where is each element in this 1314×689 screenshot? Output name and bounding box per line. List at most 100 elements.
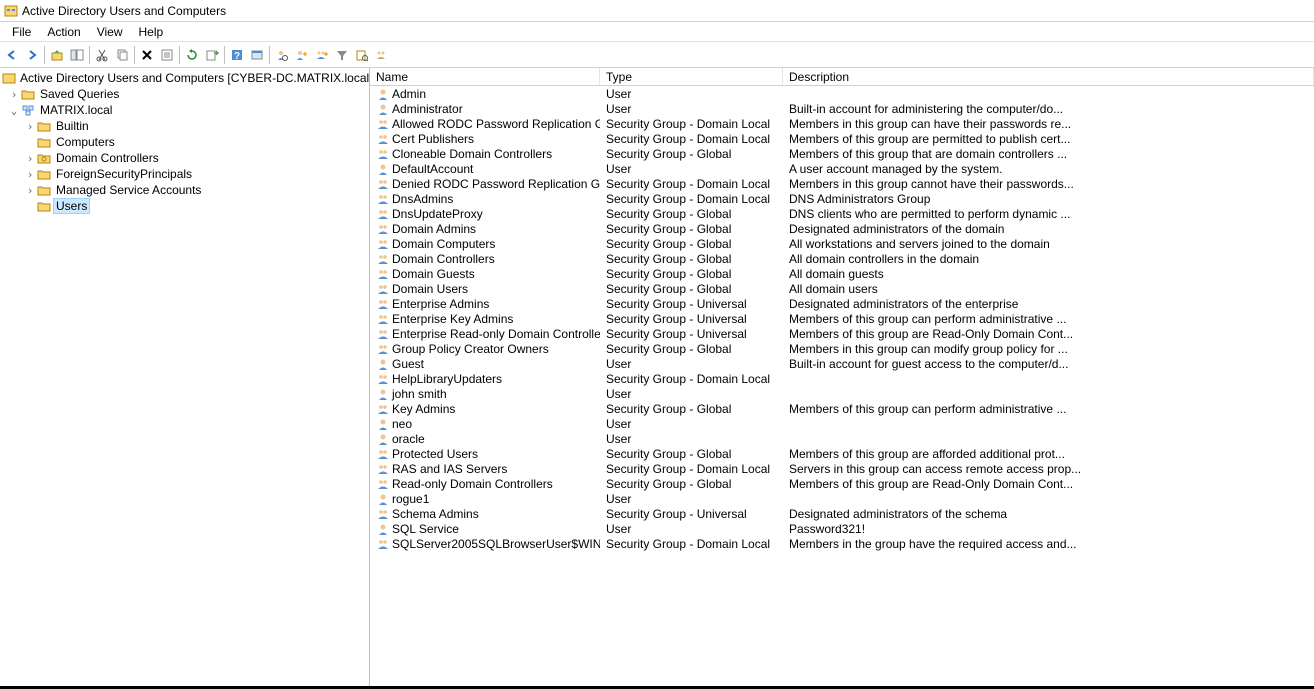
delete-button[interactable] <box>137 44 157 66</box>
row-name-label: neo <box>392 417 412 431</box>
col-type[interactable]: Type <box>600 68 783 85</box>
cut-button[interactable] <box>92 44 112 66</box>
list-row[interactable]: oracleUser <box>370 431 1314 446</box>
add-user-button[interactable] <box>292 44 312 66</box>
list-row[interactable]: Admin User <box>370 86 1314 101</box>
add-group-button[interactable] <box>312 44 332 66</box>
main-split: Active Directory Users and Computers [CY… <box>0 68 1314 686</box>
list-row[interactable]: john smithUser <box>370 386 1314 401</box>
cell-type: Security Group - Global <box>600 342 783 356</box>
tree-saved-queries[interactable]: › Saved Queries <box>0 86 369 102</box>
menu-help[interactable]: Help <box>131 23 172 41</box>
list-row[interactable]: Key AdminsSecurity Group - GlobalMembers… <box>370 401 1314 416</box>
copy-button[interactable] <box>112 44 132 66</box>
list-panel[interactable]: Name Type Description AdminUserAdministr… <box>370 68 1314 686</box>
cell-type: Security Group - Universal <box>600 297 783 311</box>
list-row[interactable]: Allowed RODC Password Replication GroupS… <box>370 116 1314 131</box>
menu-bar: File Action View Help <box>0 22 1314 42</box>
help-button[interactable]: ? <box>227 44 247 66</box>
list-row[interactable]: Domain GuestsSecurity Group - GlobalAll … <box>370 266 1314 281</box>
list-row[interactable]: Group Policy Creator OwnersSecurity Grou… <box>370 341 1314 356</box>
list-row[interactable]: DnsUpdateProxySecurity Group - GlobalDNS… <box>370 206 1314 221</box>
list-row[interactable]: Enterprise Key AdminsSecurity Group - Un… <box>370 311 1314 326</box>
expander-icon[interactable]: › <box>24 152 36 165</box>
cell-type: User <box>600 87 783 101</box>
user-icon <box>376 417 390 431</box>
list-row[interactable]: SQLServer2005SQLBrowserUser$WIN-01S0KHJ4… <box>370 536 1314 551</box>
expander-icon[interactable]: › <box>24 184 36 197</box>
list-row[interactable]: Domain ControllersSecurity Group - Globa… <box>370 251 1314 266</box>
list-row[interactable]: neoUser <box>370 416 1314 431</box>
row-name-label: Admin <box>392 87 426 101</box>
cell-name: Guest <box>370 357 600 371</box>
back-button[interactable] <box>2 44 22 66</box>
tree-users[interactable]: Users <box>0 198 369 214</box>
forward-button[interactable] <box>22 44 42 66</box>
tree-msa[interactable]: › Managed Service Accounts <box>0 182 369 198</box>
tree-dc-label: Domain Controllers <box>54 151 161 165</box>
show-hide-tree-button[interactable] <box>67 44 87 66</box>
cell-name: Enterprise Key Admins <box>370 312 600 326</box>
toolbar-separator <box>44 46 45 64</box>
list-row[interactable]: GuestUserBuilt-in account for guest acce… <box>370 356 1314 371</box>
properties-button[interactable] <box>157 44 177 66</box>
folder-icon <box>20 87 36 101</box>
row-name-label: RAS and IAS Servers <box>392 462 507 476</box>
list-row[interactable]: RAS and IAS ServersSecurity Group - Doma… <box>370 461 1314 476</box>
row-name-label: Administrator <box>392 102 463 116</box>
list-row[interactable]: DefaultAccountUserA user account managed… <box>370 161 1314 176</box>
list-row[interactable]: AdministratorUserBuilt-in account for ad… <box>370 101 1314 116</box>
cell-type: Security Group - Domain Local <box>600 117 783 131</box>
list-row[interactable]: Domain AdminsSecurity Group - GlobalDesi… <box>370 221 1314 236</box>
export-button[interactable] <box>202 44 222 66</box>
cell-desc: Designated administrators of the schema <box>783 507 1314 521</box>
col-desc[interactable]: Description <box>783 68 1314 85</box>
list-row[interactable]: Domain UsersSecurity Group - GlobalAll d… <box>370 281 1314 296</box>
expander-icon[interactable]: ⌄ <box>8 104 20 117</box>
expander-icon[interactable]: › <box>24 120 36 133</box>
row-name-label: SQLServer2005SQLBrowserUser$WIN-01S0KHJ4… <box>392 537 600 551</box>
list-row[interactable]: HelpLibraryUpdatersSecurity Group - Doma… <box>370 371 1314 386</box>
list-row[interactable]: Enterprise Read-only Domain ControllersS… <box>370 326 1314 341</box>
tree-computers-label: Computers <box>54 135 117 149</box>
cell-type: User <box>600 522 783 536</box>
tree-domain[interactable]: ⌄ MATRIX.local <box>0 102 369 118</box>
list-row[interactable]: Protected UsersSecurity Group - GlobalMe… <box>370 446 1314 461</box>
cell-desc: Members of this group are afforded addit… <box>783 447 1314 461</box>
list-row[interactable]: Denied RODC Password Replication GroupSe… <box>370 176 1314 191</box>
cell-name: Admin <box>370 87 600 101</box>
cell-desc: Members of this group are permitted to p… <box>783 132 1314 146</box>
cell-type: Security Group - Domain Local <box>600 372 783 386</box>
cell-type: User <box>600 432 783 446</box>
list-row[interactable]: Domain ComputersSecurity Group - GlobalA… <box>370 236 1314 251</box>
list-row[interactable]: rogue1User <box>370 491 1314 506</box>
cell-name: Enterprise Admins <box>370 297 600 311</box>
list-row[interactable]: Cloneable Domain ControllersSecurity Gro… <box>370 146 1314 161</box>
filter-button[interactable] <box>332 44 352 66</box>
expander-icon[interactable]: › <box>8 88 20 101</box>
tree-computers[interactable]: Computers <box>0 134 369 150</box>
menu-file[interactable]: File <box>4 23 39 41</box>
tree-root[interactable]: Active Directory Users and Computers [CY… <box>0 70 369 86</box>
expander-icon[interactable]: › <box>24 168 36 181</box>
find-user-button[interactable] <box>272 44 292 66</box>
tree-panel[interactable]: Active Directory Users and Computers [CY… <box>0 68 370 686</box>
add-to-group-button[interactable] <box>372 44 392 66</box>
menu-action[interactable]: Action <box>39 23 88 41</box>
list-row[interactable]: Read-only Domain ControllersSecurity Gro… <box>370 476 1314 491</box>
col-name[interactable]: Name <box>370 68 600 85</box>
find-button[interactable] <box>352 44 372 66</box>
cell-type: Security Group - Global <box>600 477 783 491</box>
tree-fsp[interactable]: › ForeignSecurityPrincipals <box>0 166 369 182</box>
list-row[interactable]: Schema AdminsSecurity Group - UniversalD… <box>370 506 1314 521</box>
tree-domain-controllers[interactable]: › Domain Controllers <box>0 150 369 166</box>
new-window-button[interactable] <box>247 44 267 66</box>
list-row[interactable]: Enterprise AdminsSecurity Group - Univer… <box>370 296 1314 311</box>
up-button[interactable] <box>47 44 67 66</box>
list-row[interactable]: SQL ServiceUserPassword321! <box>370 521 1314 536</box>
menu-view[interactable]: View <box>89 23 131 41</box>
tree-builtin[interactable]: › Builtin <box>0 118 369 134</box>
refresh-button[interactable] <box>182 44 202 66</box>
list-row[interactable]: DnsAdminsSecurity Group - Domain LocalDN… <box>370 191 1314 206</box>
list-row[interactable]: Cert PublishersSecurity Group - Domain L… <box>370 131 1314 146</box>
